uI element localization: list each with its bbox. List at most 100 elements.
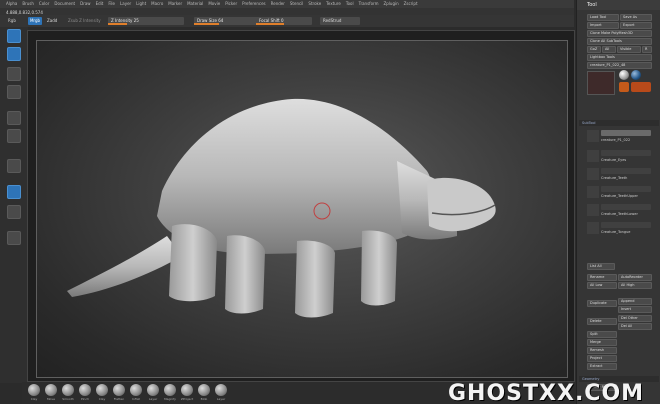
sphere-thumbnail[interactable]: [619, 70, 629, 80]
menu-item[interactable]: Alpha: [6, 0, 17, 8]
extract-button[interactable]: Extract: [587, 363, 617, 370]
menu-item[interactable]: Preferences: [242, 0, 266, 8]
solo-button[interactable]: [7, 205, 21, 219]
brush-icon[interactable]: [181, 384, 193, 396]
menu-item[interactable]: Material: [187, 0, 203, 8]
r-button[interactable]: R: [642, 46, 652, 53]
menu-item[interactable]: Render: [271, 0, 285, 8]
tool-palette-title: Tool: [577, 0, 660, 10]
all-low-button[interactable]: All Low: [587, 282, 617, 289]
transp-button[interactable]: [7, 231, 21, 245]
brush-icon[interactable]: [198, 384, 210, 396]
split-button[interactable]: Split: [587, 331, 617, 338]
zsub-toggle[interactable]: Zsub Z Intensity: [68, 17, 102, 25]
subtool-row[interactable]: Creature_Tongue: [587, 220, 655, 238]
insert-button[interactable]: Insert: [618, 306, 652, 313]
edit-button[interactable]: [7, 29, 21, 43]
import-button[interactable]: Import: [587, 22, 619, 29]
tool-palette: Tool Load Tool Save As Import Export Clo…: [576, 0, 660, 404]
brush-icon[interactable]: [79, 384, 91, 396]
menu-item[interactable]: Stencil: [290, 0, 304, 8]
menu-item[interactable]: Movie: [208, 0, 220, 8]
current-tool-name[interactable]: creature_P1_022_48: [587, 62, 652, 69]
menu-item[interactable]: Draw: [80, 0, 90, 8]
brush-icon[interactable]: [62, 384, 74, 396]
menu-item[interactable]: Tool: [346, 0, 354, 8]
all-high-button[interactable]: All High: [618, 282, 652, 289]
brush-icon[interactable]: [45, 384, 57, 396]
autoreorder-button[interactable]: AutoReorder: [618, 274, 652, 281]
clone-all-subtools-button[interactable]: Clone All SubTools: [587, 38, 652, 45]
clone-button[interactable]: Clone Make PolyMesh3D: [587, 30, 652, 37]
lightbox-tools-button[interactable]: Lightbox Tools: [587, 54, 652, 61]
visible-button[interactable]: Visible: [617, 46, 641, 53]
brush-icon[interactable]: [215, 384, 227, 396]
subtool-row[interactable]: Creature_TeethUpper: [587, 184, 655, 202]
move-button[interactable]: [7, 67, 21, 81]
subtool-thumb: [587, 186, 599, 198]
brush-icon[interactable]: [113, 384, 125, 396]
subtool-name: creature_P1_022: [601, 138, 631, 142]
brush-icon[interactable]: [96, 384, 108, 396]
menu-item[interactable]: Picker: [225, 0, 237, 8]
delete-button[interactable]: Delete: [587, 318, 617, 325]
focal-shift-slider[interactable]: Focal Shift 0: [256, 17, 312, 25]
subtool-row[interactable]: Creature_TeethLower: [587, 202, 655, 220]
del-all-button[interactable]: Del All: [618, 323, 652, 330]
subtool-header[interactable]: SubTool: [579, 120, 659, 126]
menu-item[interactable]: Texture: [326, 0, 341, 8]
local-button[interactable]: [7, 159, 21, 173]
viewport-canvas[interactable]: [36, 40, 568, 378]
brush-icon[interactable]: [164, 384, 176, 396]
persp-button[interactable]: [7, 111, 21, 125]
load-tool-button[interactable]: Load Tool: [587, 14, 619, 21]
merge-button[interactable]: Merge: [587, 339, 617, 346]
append-button[interactable]: Append: [618, 298, 652, 305]
export-button[interactable]: Export: [620, 22, 652, 29]
project-button[interactable]: Project: [587, 355, 617, 362]
menu-item[interactable]: Marker: [168, 0, 182, 8]
subtool-row[interactable]: Creature_Eyes: [587, 148, 655, 166]
menu-item[interactable]: Edit: [96, 0, 104, 8]
mrgb-toggle[interactable]: Mrgb: [28, 17, 42, 25]
menu-item[interactable]: Layer: [120, 0, 131, 8]
left-shelf: [0, 27, 28, 383]
z-intensity-slider[interactable]: Z Intensity 25: [108, 17, 184, 25]
goz-button[interactable]: GoZ: [587, 46, 601, 53]
menu-item[interactable]: Transform: [359, 0, 379, 8]
menu-item[interactable]: Light: [136, 0, 146, 8]
goz-all-button[interactable]: All: [602, 46, 616, 53]
rgb-toggle[interactable]: Rgb: [8, 17, 16, 25]
menu-item[interactable]: File: [108, 0, 115, 8]
draw-button[interactable]: [7, 47, 21, 61]
brush-icon[interactable]: [28, 384, 40, 396]
menu-item[interactable]: Document: [54, 0, 75, 8]
subtool-row[interactable]: creature_P1_022: [587, 128, 655, 146]
tool-thumbnail[interactable]: [587, 71, 615, 95]
menu-item[interactable]: Zscript: [404, 0, 418, 8]
simplebrush-thumbnail[interactable]: [619, 82, 629, 92]
subtool-thumb: [587, 222, 599, 234]
creature-thumbnail[interactable]: [631, 82, 651, 92]
menu-item[interactable]: Zplugin: [384, 0, 399, 8]
brush-icon[interactable]: [130, 384, 142, 396]
subtool-row[interactable]: Creature_Teeth: [587, 166, 655, 184]
menu-item[interactable]: Brush: [22, 0, 34, 8]
cylinder-thumbnail[interactable]: [631, 70, 641, 80]
scale-button[interactable]: [7, 85, 21, 99]
duplicate-button[interactable]: Duplicate: [587, 300, 617, 307]
rename-button[interactable]: Rename: [587, 274, 617, 281]
floor-button[interactable]: [7, 129, 21, 143]
brush-icon[interactable]: [147, 384, 159, 396]
rgb-intensity-slider[interactable]: RedStrud: [320, 17, 360, 25]
del-other-button[interactable]: Del Other: [618, 315, 652, 322]
menu-item[interactable]: Color: [39, 0, 49, 8]
draw-size-slider[interactable]: Draw Size 64: [194, 17, 264, 25]
remesh-button[interactable]: Remesh: [587, 347, 617, 354]
menu-item[interactable]: Macro: [151, 0, 163, 8]
save-as-button[interactable]: Save As: [620, 14, 652, 21]
zadd-toggle[interactable]: Zadd: [47, 17, 57, 25]
list-all-button[interactable]: List All: [587, 263, 615, 270]
frame-button[interactable]: [7, 185, 21, 199]
menu-item[interactable]: Stroke: [308, 0, 321, 8]
